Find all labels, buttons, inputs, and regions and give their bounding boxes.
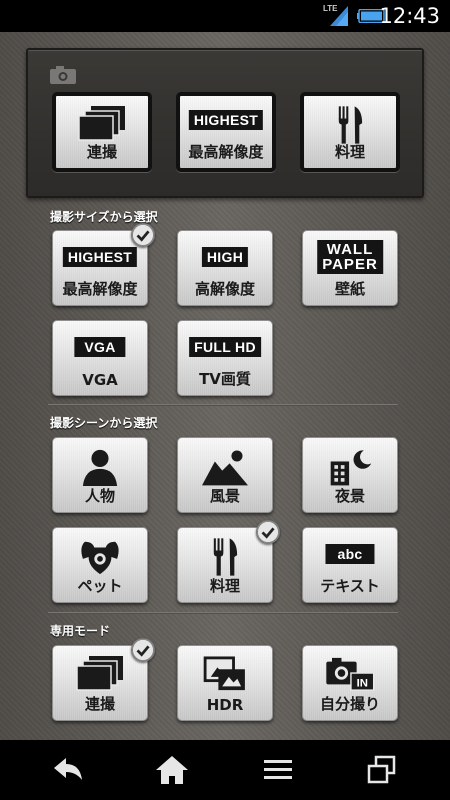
burst-icon	[78, 106, 125, 141]
button-label: 料理	[334, 143, 365, 161]
button-label: 連撮	[84, 695, 115, 713]
recent-highest-button[interactable]: HIGHEST 最高解像度	[176, 92, 276, 172]
button-label: TV画質	[199, 370, 251, 388]
selfie-icon: IN	[326, 657, 375, 691]
scene-pet-button[interactable]: ペット	[52, 527, 148, 603]
button-label: VGA	[82, 371, 118, 389]
special-selfie-button[interactable]: IN 自分撮り	[302, 645, 398, 721]
back-icon[interactable]	[48, 754, 88, 786]
vga-tag: VGA	[74, 337, 126, 357]
button-label: 料理	[209, 577, 240, 595]
section-divider	[48, 404, 398, 406]
special-hdr-button[interactable]: HDR	[177, 645, 273, 721]
recent-panel: 連撮 HIGHEST 最高解像度 料理	[26, 48, 424, 198]
in-tag: IN	[357, 677, 368, 689]
pet-icon	[81, 541, 119, 575]
size-high-button[interactable]: HIGH 高解像度	[177, 230, 273, 306]
button-label: 人物	[84, 487, 115, 505]
home-icon[interactable]	[152, 754, 192, 786]
camera-icon	[50, 66, 76, 84]
size-vga-button[interactable]: VGA VGA	[52, 320, 148, 396]
scene-section-title: 撮影シーンから選択	[50, 416, 158, 430]
burst-icon	[76, 656, 123, 691]
button-label: HDR	[206, 696, 244, 714]
menu-icon[interactable]	[258, 754, 298, 786]
button-label: 夜景	[334, 487, 365, 505]
size-wallpaper-button[interactable]: WALL PAPER 壁紙	[302, 230, 398, 306]
abc-tag: abc	[325, 544, 375, 564]
button-label: 連撮	[86, 143, 117, 161]
button-label: 壁紙	[334, 280, 365, 298]
landscape-icon	[202, 450, 248, 486]
wallpaper-tag: WALL PAPER	[317, 240, 383, 274]
scene-person-button[interactable]: 人物	[52, 437, 148, 513]
button-label: 最高解像度	[62, 280, 138, 298]
highest-tag: HIGHEST	[62, 247, 138, 267]
hdr-icon	[203, 656, 245, 691]
checkmark-icon	[131, 638, 155, 662]
button-label: 風景	[209, 487, 240, 505]
fork-knife-icon	[213, 538, 238, 576]
recent-apps-icon[interactable]	[362, 754, 402, 786]
checkmark-icon	[256, 520, 280, 544]
scene-night-button[interactable]: 夜景	[302, 437, 398, 513]
button-label: 最高解像度	[188, 143, 264, 161]
highest-tag: HIGHEST	[188, 110, 264, 130]
scene-food-button[interactable]: 料理	[177, 520, 280, 603]
button-label: ペット	[77, 577, 123, 595]
section-divider	[48, 612, 398, 614]
size-tv-button[interactable]: FULL HD TV画質	[177, 320, 273, 396]
wallpaper-tag-line2: PAPER	[322, 256, 378, 273]
status-bar: LTE 12:43	[0, 0, 450, 32]
button-label: 自分撮り	[319, 695, 380, 713]
clock: 12:43	[379, 4, 440, 28]
button-label: テキスト	[320, 577, 380, 595]
button-label: 高解像度	[194, 280, 255, 298]
person-icon	[82, 449, 118, 486]
recent-food-button[interactable]: 料理	[300, 92, 400, 172]
fork-knife-icon	[338, 106, 363, 144]
scene-selector: 連撮 HIGHEST 最高解像度 料理 撮影サイズから選択 HIGHEST 最高…	[0, 32, 450, 740]
checkmark-icon	[131, 223, 155, 247]
scene-text-button[interactable]: abc テキスト	[302, 527, 398, 603]
scene-landscape-button[interactable]: 風景	[177, 437, 273, 513]
high-tag: HIGH	[201, 247, 249, 267]
signal-icon	[330, 6, 348, 26]
night-view-icon	[330, 450, 372, 486]
special-section-title: 専用モード	[50, 624, 111, 638]
size-highest-button[interactable]: HIGHEST 最高解像度	[52, 223, 155, 306]
special-burst-button[interactable]: 連撮	[52, 638, 155, 721]
recent-burst-button[interactable]: 連撮	[52, 92, 152, 172]
navigation-bar	[0, 740, 450, 800]
fullhd-tag: FULL HD	[189, 337, 261, 357]
